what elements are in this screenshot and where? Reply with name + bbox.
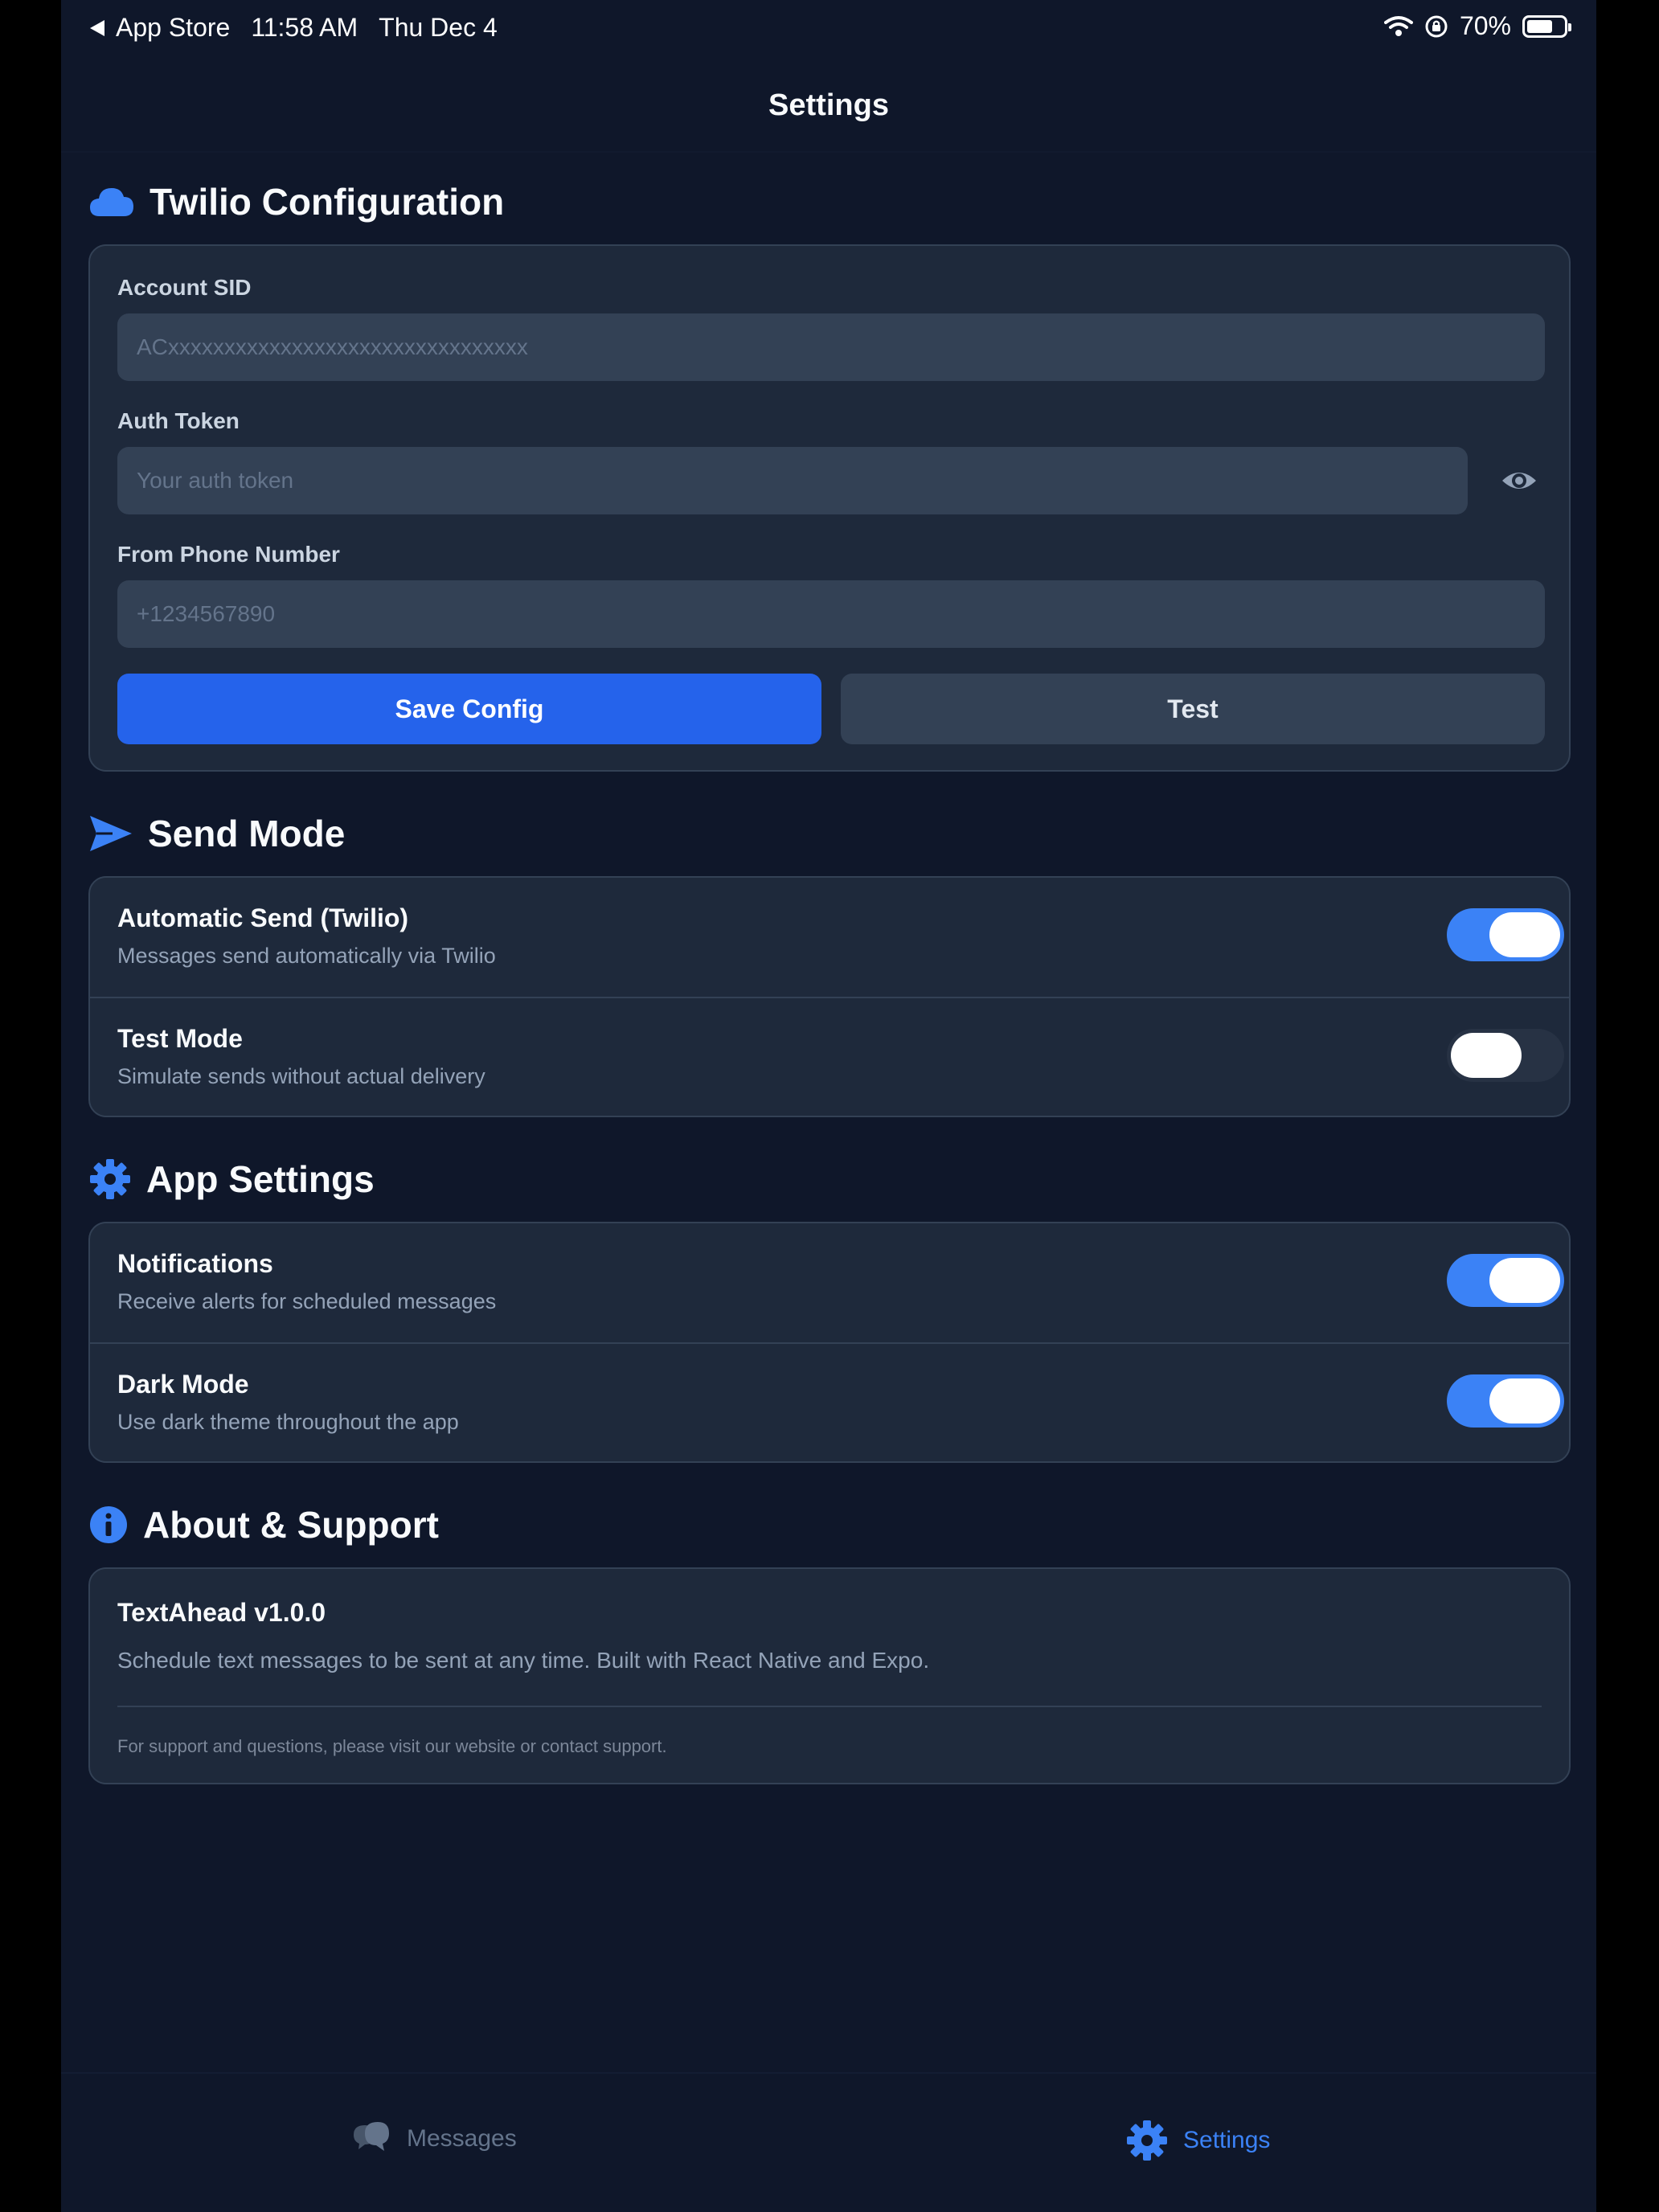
about-card: TextAhead v1.0.0 Schedule text messages …: [88, 1567, 1571, 1784]
app-settings-card: Notifications Receive alerts for schedul…: [88, 1222, 1571, 1463]
support-note: For support and questions, please visit …: [117, 1736, 667, 1756]
tab-bar: Messages Settings: [61, 2072, 1596, 2212]
app-version: TextAhead v1.0.0: [117, 1598, 326, 1627]
battery-percent: 70%: [1459, 11, 1511, 40]
test-mode-title: Test Mode: [117, 1024, 243, 1053]
wifi-icon: [1383, 15, 1413, 36]
notifications-row: Notifications Receive alerts for schedul…: [90, 1223, 1569, 1342]
dark-mode-title: Dark Mode: [117, 1370, 249, 1399]
tab-settings[interactable]: Settings: [1125, 2119, 1270, 2162]
dark-mode-toggle[interactable]: [1447, 1374, 1564, 1428]
from-phone-input[interactable]: [117, 580, 1545, 648]
send-mode-section-heading: Send Mode: [88, 812, 345, 855]
account-sid-label: Account SID: [117, 275, 252, 300]
automatic-send-row: Automatic Send (Twilio) Messages send au…: [90, 878, 1569, 997]
header: Settings: [61, 59, 1596, 153]
twilio-section-title: Twilio Configuration: [150, 181, 505, 223]
notifications-title: Notifications: [117, 1249, 273, 1278]
automatic-send-subtitle: Messages send automatically via Twilio: [117, 944, 496, 968]
status-bar-left[interactable]: App Store 11:58 AM Thu Dec 4: [90, 13, 498, 43]
paper-plane-icon: [90, 816, 132, 851]
auth-token-label: Auth Token: [117, 408, 240, 433]
status-time: 11:58 AM: [251, 13, 358, 42]
tab-messages-label: Messages: [407, 2125, 517, 2152]
notifications-subtitle: Receive alerts for scheduled messages: [117, 1289, 497, 1313]
about-section-heading: About & Support: [88, 1503, 439, 1546]
dark-mode-subtitle: Use dark theme throughout the app: [117, 1410, 459, 1434]
save-config-button[interactable]: Save Config: [117, 674, 821, 744]
tab-settings-label: Settings: [1183, 2127, 1271, 2153]
eye-icon[interactable]: [1500, 461, 1538, 500]
status-bar: App Store 11:58 AM Thu Dec 4 70%: [61, 0, 1596, 59]
dark-mode-row: Dark Mode Use dark theme throughout the …: [90, 1342, 1569, 1461]
back-arrow-icon: [90, 19, 104, 36]
gear-icon: [1127, 2120, 1167, 2161]
status-date: Thu Dec 4: [379, 13, 498, 42]
send-mode-card: Automatic Send (Twilio) Messages send au…: [88, 876, 1571, 1117]
gear-icon: [90, 1159, 130, 1199]
test-mode-row: Test Mode Simulate sends without actual …: [90, 997, 1569, 1116]
app-settings-section-title: App Settings: [146, 1158, 375, 1200]
twilio-section-heading: Twilio Configuration: [88, 180, 504, 223]
account-sid-input[interactable]: [117, 313, 1545, 381]
send-mode-section-title: Send Mode: [148, 813, 346, 854]
page-title: Settings: [768, 88, 889, 122]
about-section-title: About & Support: [143, 1504, 439, 1546]
automatic-send-toggle[interactable]: [1447, 908, 1564, 961]
info-icon: [90, 1506, 127, 1543]
automatic-send-title: Automatic Send (Twilio): [117, 903, 409, 932]
cloud-icon: [90, 188, 133, 216]
test-mode-toggle[interactable]: [1447, 1029, 1564, 1082]
app-description: Schedule text messages to be sent at any…: [117, 1648, 930, 1673]
battery-icon: [1522, 14, 1571, 38]
notifications-toggle[interactable]: [1447, 1254, 1564, 1307]
chat-bubbles-icon: [354, 2122, 389, 2151]
tab-messages[interactable]: Messages: [349, 2119, 517, 2159]
status-bar-right: 70%: [1383, 11, 1571, 41]
app-settings-section-heading: App Settings: [88, 1157, 375, 1201]
orientation-lock-icon: [1425, 15, 1448, 37]
test-mode-subtitle: Simulate sends without actual delivery: [117, 1064, 485, 1088]
back-app-label: App Store: [116, 13, 231, 42]
auth-token-input[interactable]: [117, 447, 1468, 514]
about-divider: [117, 1706, 1542, 1707]
settings-screen: App Store 11:58 AM Thu Dec 4 70% Setting…: [61, 0, 1596, 2212]
from-phone-label: From Phone Number: [117, 542, 340, 567]
twilio-config-card: Account SID Auth Token From Phone Number…: [88, 244, 1571, 772]
test-button[interactable]: Test: [841, 674, 1545, 744]
